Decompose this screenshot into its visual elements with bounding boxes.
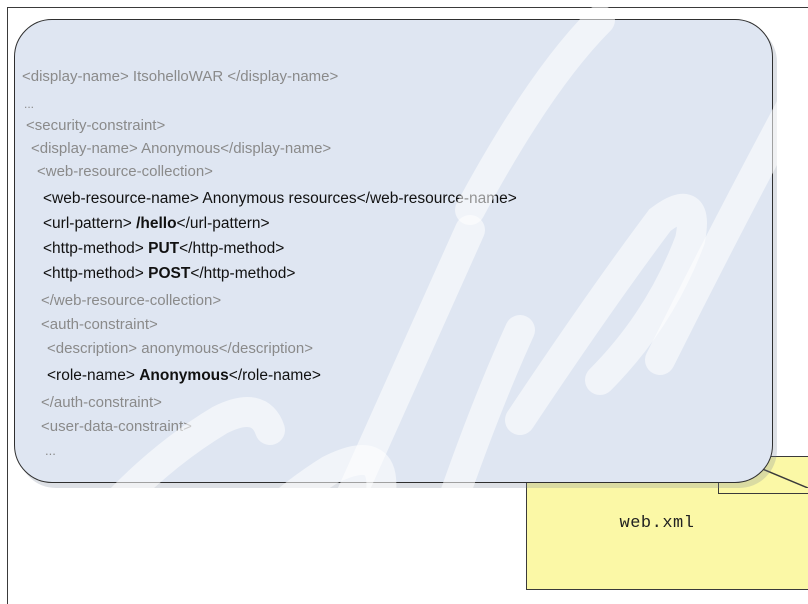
code-line-ellipsis: ... <box>24 97 35 111</box>
code-line-role-name: <role-name> Anonymous</role-name> <box>47 367 321 385</box>
code-line-close-auth-constraint: </auth-constraint> <box>41 394 162 411</box>
code-line-http-method-put-value: PUT <box>148 240 180 257</box>
code-line-url-pattern: <url-pattern> /hello</url-pattern> <box>43 215 270 233</box>
code-line-http-method-post-pre: <http-method> <box>43 265 149 282</box>
code-line-role-name-value: Anonymous <box>139 367 229 384</box>
code-line-close-web-resource-collection: </web-resource-collection> <box>41 292 222 309</box>
code-line-http-method-put-pre: <http-method> <box>43 240 149 257</box>
code-line-http-method-post: <http-method> POST</http-method> <box>43 265 295 283</box>
code-line-role-name-post: </role-name> <box>228 367 321 384</box>
code-line-trailing-ellipsis: ... <box>45 443 56 458</box>
code-line-auth-constraint: <auth-constraint> <box>41 316 158 333</box>
code-line-constraint-display-name: <display-name> Anonymous</display-name> <box>31 140 332 157</box>
code-line-url-pattern-post: </url-pattern> <box>176 215 270 232</box>
code-line-description: <description> anonymous</description> <box>47 340 314 357</box>
code-line-url-pattern-pre: <url-pattern> <box>43 215 137 232</box>
code-line-web-resource-name: <web-resource-name> Anonymous resources<… <box>43 190 517 208</box>
file-label: web.xml <box>619 514 695 533</box>
code-line-http-method-post-post: </http-method> <box>190 265 296 282</box>
code-line-security-constraint: <security-constraint> <box>26 117 166 134</box>
code-line-web-resource-collection: <web-resource-collection> <box>37 163 213 180</box>
code-line-role-name-pre: <role-name> <box>47 367 140 384</box>
code-line-http-method-post-value: POST <box>148 265 191 282</box>
code-line-http-method-put: <http-method> PUT</http-method> <box>43 240 284 258</box>
code-line-web-resource-name-pre: <web-resource-name> Anonymous resources<… <box>43 190 517 207</box>
code-callout: <display-name> ItsohelloWAR </display-na… <box>14 19 773 483</box>
code-line-display-name: <display-name> ItsohelloWAR </display-na… <box>22 68 339 85</box>
code-line-user-data-constraint: <user-data-constraint> <box>41 418 192 435</box>
code-line-http-method-put-post: </http-method> <box>179 240 285 257</box>
code-block: <display-name> ItsohelloWAR </display-na… <box>15 20 772 482</box>
code-line-url-pattern-value: /hello <box>136 215 177 232</box>
